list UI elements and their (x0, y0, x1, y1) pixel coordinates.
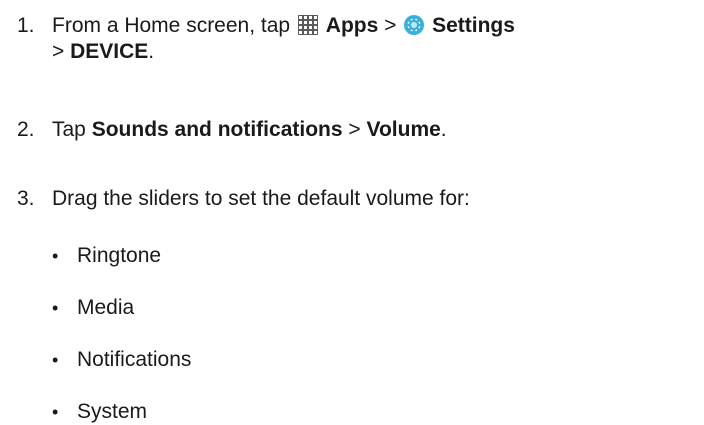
list-item-ringtone: • Ringtone (52, 243, 652, 269)
step-number: 1. (17, 14, 35, 37)
settings-gear-icon (403, 14, 425, 36)
volume-label: Volume (366, 118, 441, 141)
separator: > (348, 118, 361, 141)
apps-grid-icon (297, 14, 319, 36)
bullet-point: • (52, 402, 59, 422)
list-item-label: Media (77, 296, 135, 319)
step-intro-text: From a Home screen, tap (52, 14, 291, 37)
list-item-media: • Media (52, 295, 652, 321)
separator: > (52, 40, 65, 63)
list-item-notifications: • Notifications (52, 347, 652, 373)
list-item-label: Notifications (77, 348, 192, 371)
sounds-and-notifications-label: Sounds and notifications (91, 118, 343, 141)
step-1: 1. From a Home screen, tap Apps > Settin… (17, 13, 697, 65)
bullet-point: • (52, 246, 59, 266)
step-number: 2. (17, 118, 35, 141)
settings-label: Settings (432, 14, 515, 37)
apps-label: Apps (325, 14, 379, 37)
step-continuation: > DEVICE. (52, 39, 697, 65)
step-text: Tap Sounds and notifications > Volume. (52, 117, 697, 143)
step-intro-text: Tap (52, 118, 86, 141)
list-item-label: Ringtone (77, 244, 162, 267)
step-number: 3. (17, 187, 35, 210)
device-label: DEVICE (70, 40, 149, 63)
separator: > (384, 14, 397, 37)
bullet-point: • (52, 298, 59, 318)
period: . (148, 40, 155, 63)
list-item-label: System (77, 400, 148, 423)
step-text: From a Home screen, tap Apps > Settings … (52, 13, 697, 65)
step-text: Drag the sliders to set the default volu… (52, 187, 470, 210)
step-3: 3. Drag the sliders to set the default v… (17, 186, 697, 212)
period: . (440, 118, 447, 141)
list-item-system: • System (52, 399, 652, 425)
step-2: 2. Tap Sounds and notifications > Volume… (17, 117, 697, 143)
bullet-point: • (52, 350, 59, 370)
